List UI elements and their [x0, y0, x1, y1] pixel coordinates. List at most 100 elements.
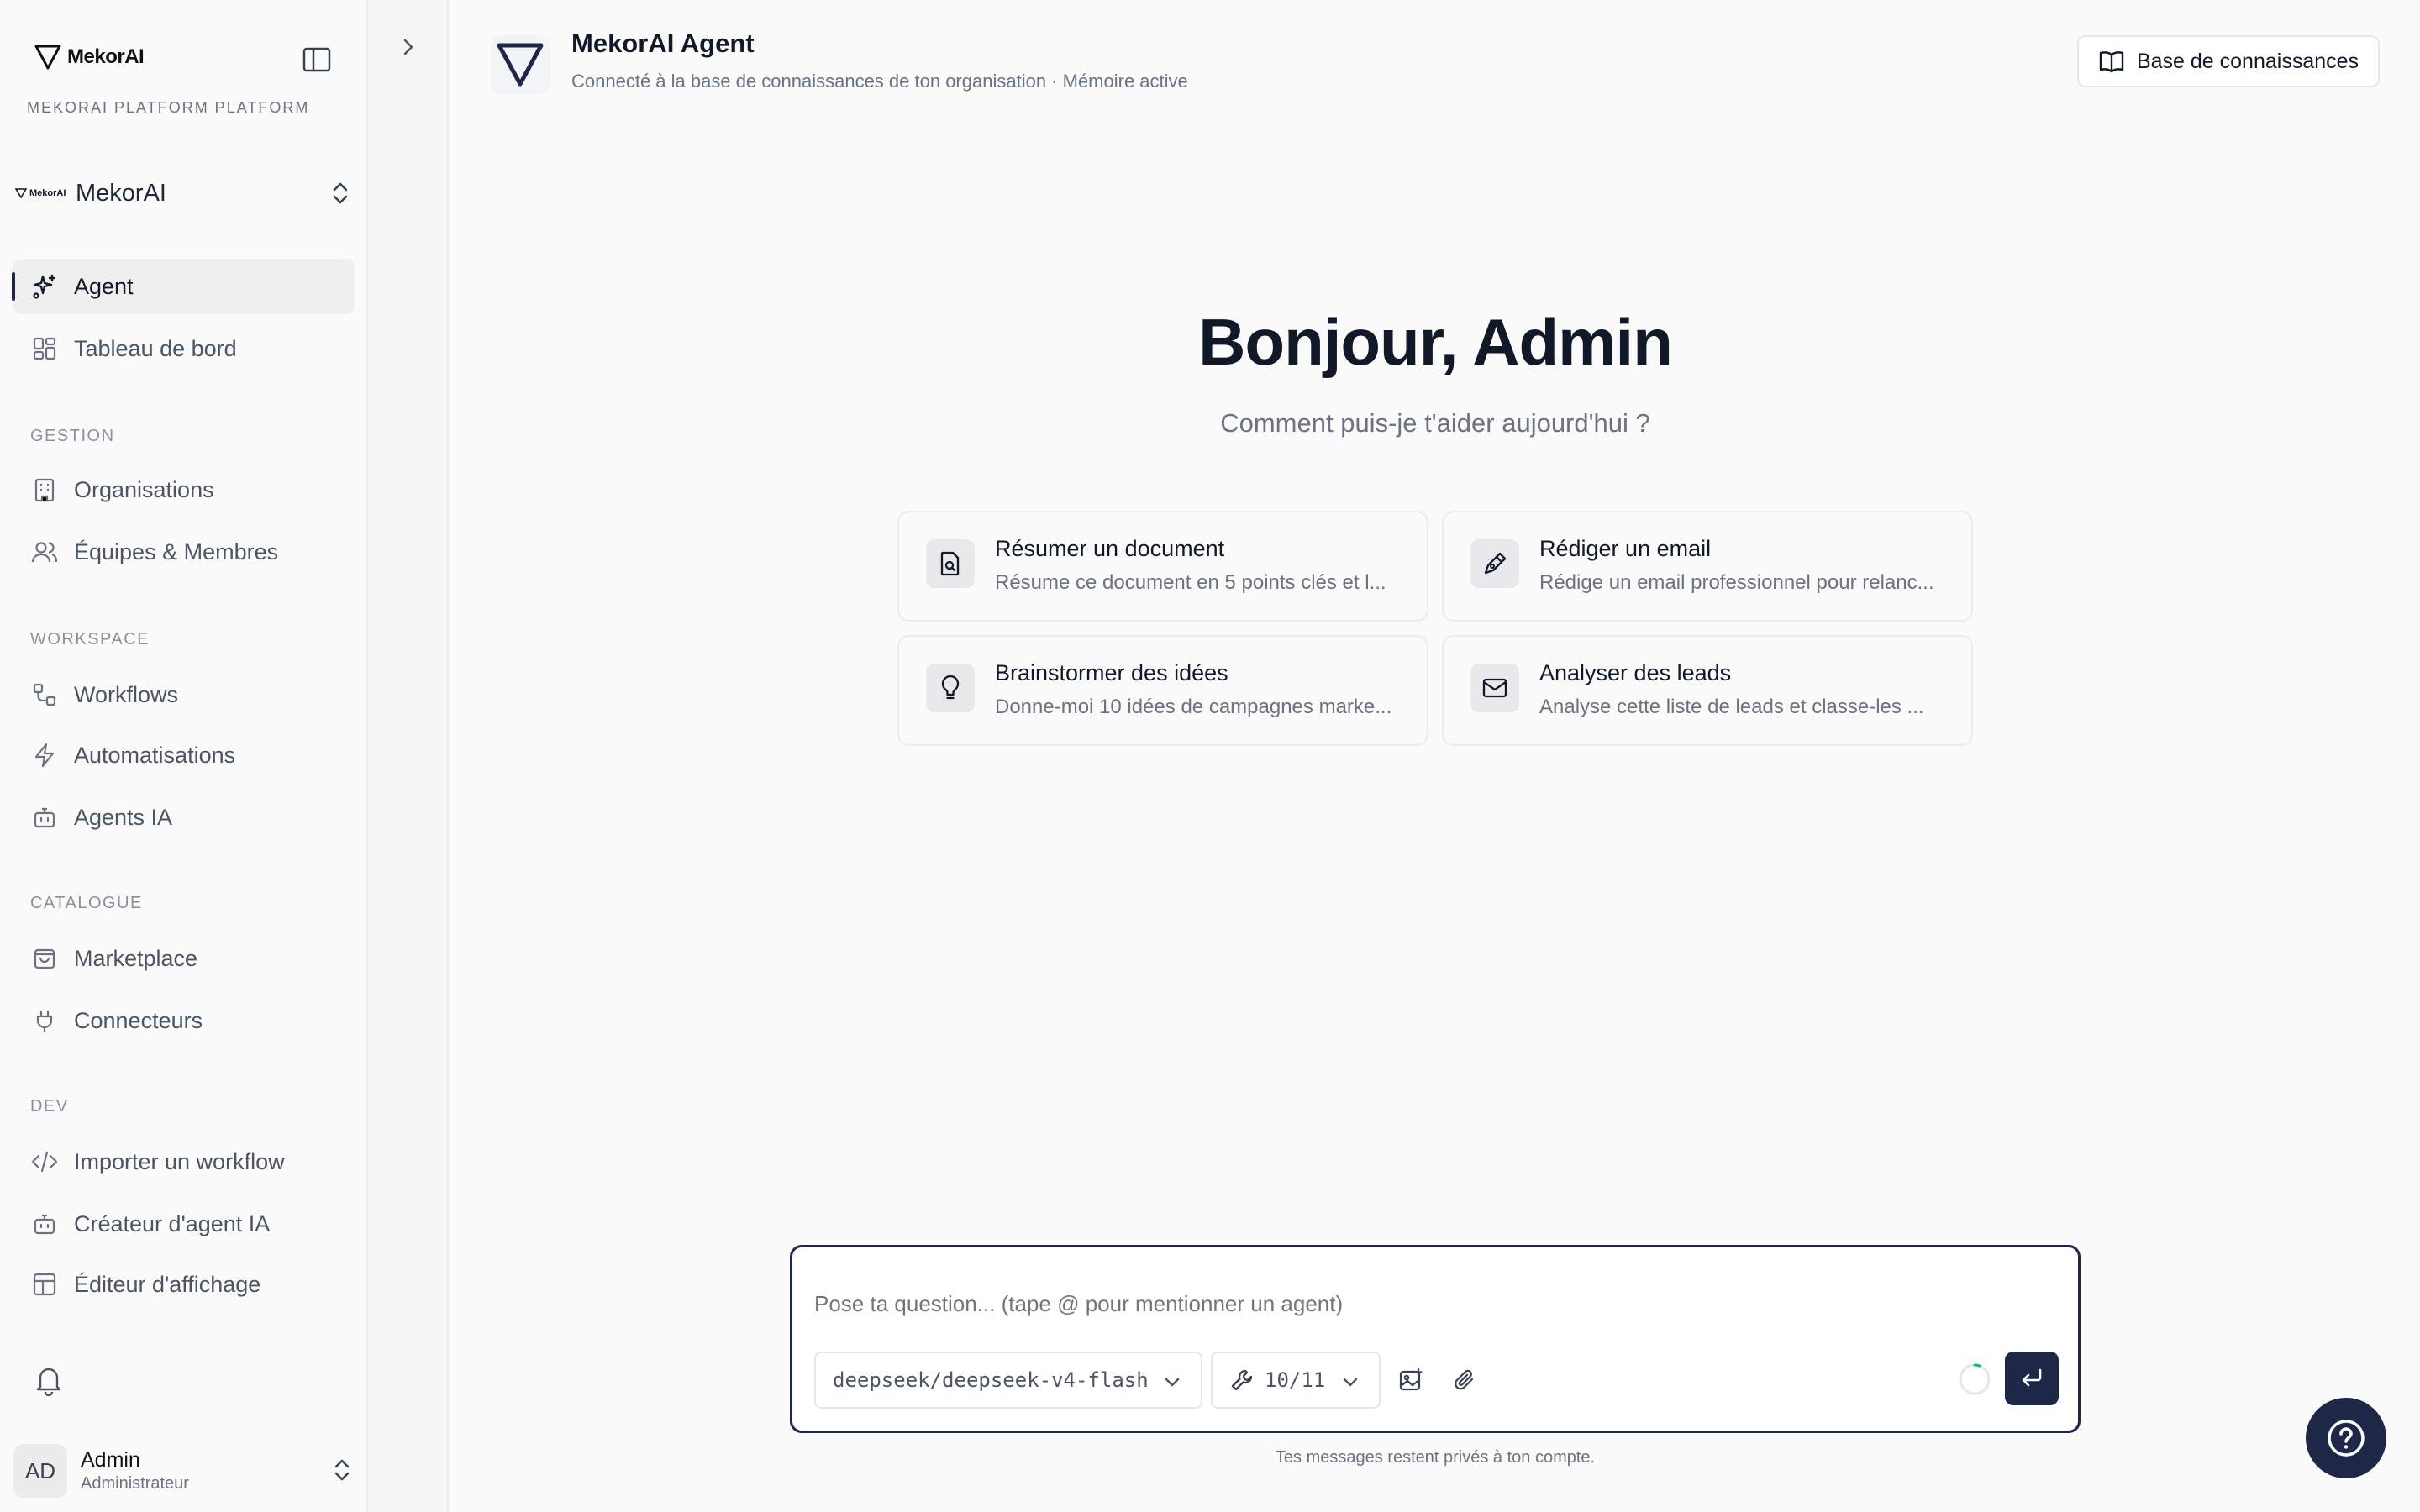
sidebar-item-label: Importer un workflow: [74, 1148, 285, 1174]
suggestion-title: Brainstormer des idées: [995, 660, 1228, 685]
chevron-down-icon: [1165, 1378, 1180, 1387]
suggestion-card-leads[interactable]: Analyser des leads Analyse cette liste d…: [1442, 635, 1973, 746]
sidebar-item-agent[interactable]: Agent: [12, 259, 355, 314]
suggestion-card-summarize[interactable]: Résumer un document Résume ce document e…: [897, 511, 1428, 622]
tools-select[interactable]: 10/11: [1211, 1352, 1381, 1409]
suggestion-card-brainstorm[interactable]: Brainstormer des idées Donne-moi 10 idée…: [897, 635, 1428, 746]
sidebar-item-workflows[interactable]: Workflows: [13, 667, 355, 722]
platform-label: MEKORAI PLATFORM PLATFORM: [27, 99, 310, 116]
suggestion-description: Rédige un email professionnel pour relan…: [1539, 571, 1934, 594]
sidebar-item-label: Créateur d'agent IA: [74, 1210, 271, 1236]
logo-text: MekorAI: [67, 45, 145, 68]
user-role: Administrateur: [81, 1474, 189, 1493]
paperclip-icon[interactable]: [1446, 1362, 1483, 1399]
sidebar-item-label: Agents IA: [74, 804, 173, 830]
sidebar-item-connectors[interactable]: Connecteurs: [13, 993, 355, 1048]
code-icon: [30, 1147, 59, 1176]
suggestion-description: Analyse cette liste de leads et classe-l…: [1539, 696, 1924, 718]
knowledge-base-label: Base de connaissances: [2136, 49, 2360, 73]
org-name: MekorAI: [76, 179, 166, 207]
wrench-icon: [1231, 1369, 1253, 1391]
enter-arrow-icon: [2022, 1368, 2042, 1387]
send-button[interactable]: [2005, 1352, 2059, 1405]
avatar: AD: [13, 1444, 67, 1498]
section-label-workspace: WORKSPACE: [30, 630, 150, 648]
sidebar-item-label: Tableau de bord: [74, 335, 237, 361]
collapsed-panel-rail: [368, 0, 449, 1512]
model-select-value: deepseek/deepseek-v4-flash: [833, 1368, 1149, 1392]
shopping-bag-icon: [30, 944, 59, 973]
chevron-down-icon: [1343, 1378, 1358, 1387]
brand-logo[interactable]: MekorAI: [34, 44, 145, 71]
user-name: Admin: [81, 1448, 140, 1472]
page-subtitle: Connecté à la base de connaissances de t…: [571, 71, 1188, 92]
plug-icon: [30, 1006, 59, 1035]
sidebar: MekorAI MEKORAI PLATFORM PLATFORM MekorA…: [0, 0, 368, 1512]
sidebar-item-label: Organisations: [74, 476, 214, 502]
sidebar-item-label: Équipes & Membres: [74, 538, 279, 564]
suggestion-description: Résume ce document en 5 points clés et l…: [995, 571, 1386, 594]
sidebar-item-agent-creator[interactable]: Créateur d'agent IA: [13, 1196, 355, 1252]
agent-avatar: [491, 35, 550, 94]
knowledge-base-button[interactable]: Base de connaissances: [2077, 35, 2380, 87]
user-menu[interactable]: AD Admin Administrateur: [13, 1443, 355, 1499]
workflow-icon: [30, 680, 59, 709]
layout-icon: [30, 1270, 59, 1299]
section-label-dev: DEV: [30, 1097, 69, 1116]
sidebar-item-teams[interactable]: Équipes & Membres: [13, 524, 355, 580]
sidebar-item-label: Agent: [74, 273, 134, 299]
suggestion-description: Donne-moi 10 idées de campagnes marke...: [995, 696, 1392, 718]
building-icon: [30, 475, 59, 504]
users-icon: [30, 538, 59, 566]
suggestion-title: Rédiger un email: [1539, 536, 1712, 561]
mail-icon: [1470, 664, 1519, 712]
image-upload-icon[interactable]: [1392, 1362, 1429, 1399]
dashboard-grid-icon: [30, 334, 59, 363]
suggestion-title: Analyser des leads: [1539, 660, 1732, 685]
privacy-note: Tes messages restent privés à ton compte…: [1275, 1448, 1596, 1467]
sidebar-item-label: Éditeur d'affichage: [74, 1271, 261, 1297]
chevrons-up-down-icon: [334, 1459, 350, 1481]
sidebar-item-import-workflow[interactable]: Importer un workflow: [13, 1134, 355, 1189]
section-label-catalogue: CATALOGUE: [30, 894, 143, 912]
sidebar-item-organisations[interactable]: Organisations: [13, 462, 355, 517]
suggestion-title: Résumer un document: [995, 536, 1225, 561]
sidebar-item-marketplace[interactable]: Marketplace: [13, 931, 355, 986]
sidebar-item-label: Workflows: [74, 681, 179, 707]
book-open-icon: [2099, 51, 2124, 73]
sidebar-item-label: Marketplace: [74, 945, 198, 971]
sidebar-toggle-icon[interactable]: [302, 47, 331, 72]
chat-input[interactable]: [814, 1291, 1991, 1317]
sidebar-item-automations[interactable]: Automatisations: [13, 727, 355, 783]
greeting-subtitle: Comment puis-je t'aider aujourd'hui ?: [1220, 408, 1650, 438]
bot-icon: [30, 803, 59, 832]
pen-icon: [1470, 539, 1519, 588]
sidebar-item-label: Automatisations: [74, 742, 236, 768]
suggestion-card-email[interactable]: Rédiger un email Rédige un email profess…: [1442, 511, 1973, 622]
page-title: MekorAI Agent: [571, 29, 755, 58]
sidebar-item-display-editor[interactable]: Éditeur d'affichage: [13, 1257, 355, 1312]
chevron-right-icon[interactable]: [398, 35, 418, 59]
chevrons-up-down-icon: [333, 182, 348, 204]
sidebar-item-agents-ia[interactable]: Agents IA: [13, 790, 355, 845]
sparkles-icon: [30, 272, 59, 301]
loading-spinner-icon: [1957, 1362, 1992, 1397]
question-circle-icon: [2328, 1420, 2365, 1457]
lightning-icon: [30, 741, 59, 769]
section-label-gestion: GESTION: [30, 427, 115, 445]
sidebar-item-label: Connecteurs: [74, 1007, 203, 1033]
chat-composer: deepseek/deepseek-v4-flash 10/11: [790, 1245, 2081, 1433]
tools-count: 10/11: [1265, 1368, 1326, 1392]
greeting-title: Bonjour, Admin: [1198, 305, 1673, 379]
sidebar-item-dashboard[interactable]: Tableau de bord: [13, 321, 355, 376]
org-switcher[interactable]: MekorAI MekorAI: [15, 175, 353, 212]
document-search-icon: [926, 539, 975, 588]
triangle-logo-icon: [34, 45, 61, 70]
bell-icon[interactable]: [34, 1364, 64, 1396]
org-mini-logo: MekorAI: [15, 188, 76, 198]
help-button[interactable]: [2306, 1398, 2386, 1478]
active-indicator: [12, 272, 15, 301]
model-select[interactable]: deepseek/deepseek-v4-flash: [814, 1352, 1202, 1409]
triangle-logo-icon: [497, 43, 544, 87]
bot-icon: [30, 1210, 59, 1238]
